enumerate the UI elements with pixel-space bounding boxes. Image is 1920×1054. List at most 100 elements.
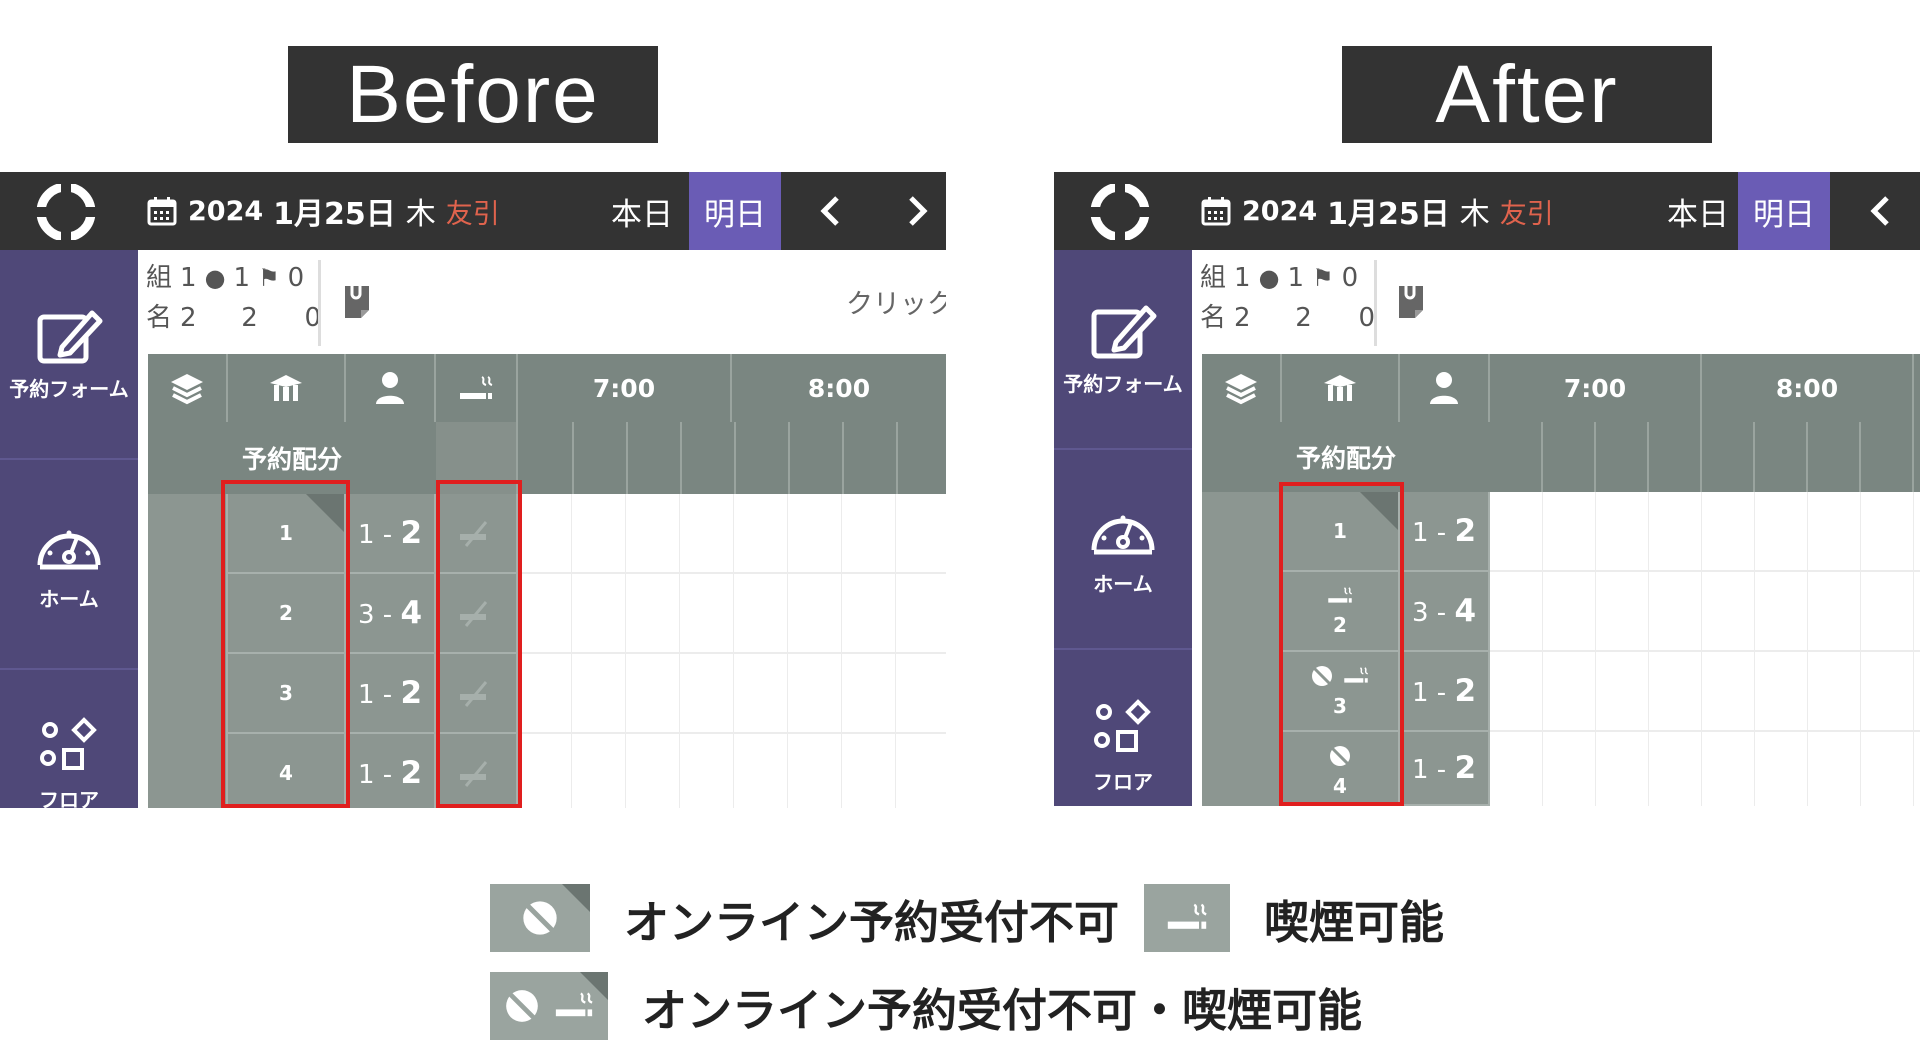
sidebar-label: 予約フォーム — [9, 376, 129, 401]
person-column[interactable] — [346, 354, 436, 422]
app-logo-icon — [1090, 184, 1150, 240]
sidebar-item-floor[interactable]: フロア — [0, 670, 138, 808]
weekday-text: 木 — [405, 197, 436, 232]
person-icon — [1430, 372, 1458, 404]
smoking-icon — [460, 376, 493, 399]
sidebar-item-floor[interactable]: フロア — [1054, 650, 1192, 806]
people-label: 名 — [146, 303, 173, 333]
legend-tile — [490, 884, 590, 952]
legend-tile — [490, 972, 608, 1040]
timeline-area[interactable] — [518, 494, 946, 808]
capacity-cell: 1 - 2 — [1400, 492, 1490, 572]
top-bar: 2024 1月25日 木 友引 本日 明日 — [1054, 172, 1920, 250]
sidebar-label: フロア — [39, 788, 99, 808]
date-display[interactable]: 2024 1月25日 木 友引 — [1200, 172, 1554, 250]
top-bar: 2024 1月25日 木 友引 本日 明日 — [0, 172, 946, 250]
click-hint: クリック — [846, 289, 946, 320]
capacity-max: 4 — [1454, 593, 1477, 629]
clipboard-icon[interactable] — [343, 280, 375, 320]
capacity-min: 1 — [357, 520, 375, 550]
table-column[interactable] — [1282, 354, 1400, 422]
today-button[interactable]: 本日 — [596, 172, 688, 250]
person-column[interactable] — [1400, 354, 1490, 422]
speedometer-icon — [37, 530, 101, 569]
capacity-min: 1 — [357, 760, 375, 790]
time-label: 8:00 — [1702, 354, 1914, 422]
capacity-max: 2 — [400, 515, 423, 551]
smoking-column[interactable] — [436, 354, 518, 422]
people-online: 2 — [1295, 303, 1312, 333]
people-total: 2 — [1234, 303, 1251, 333]
people-online: 2 — [241, 303, 258, 333]
corner-marker — [580, 972, 608, 1000]
rokuyo-text: 友引 — [1499, 198, 1554, 230]
sidebar-label: フロア — [1093, 770, 1153, 794]
online-disabled-icon — [506, 990, 538, 1022]
capacity-max: 2 — [400, 675, 423, 711]
tomorrow-button[interactable]: 明日 — [1738, 172, 1830, 250]
groups-online: 1 — [1287, 263, 1305, 293]
layers-column[interactable] — [1202, 354, 1282, 422]
capacity-min: 1 — [1411, 755, 1429, 785]
rokuyo-text: 友引 — [445, 198, 500, 230]
table-column[interactable] — [228, 354, 346, 422]
capacity-max: 2 — [400, 755, 423, 791]
tomorrow-button[interactable]: 明日 — [689, 172, 781, 250]
next-day-button[interactable] — [888, 172, 946, 250]
weekday-text: 木 — [1459, 197, 1490, 232]
capacity-min: 3 — [357, 600, 375, 630]
time-label: 8:00 — [807, 373, 871, 403]
summary-info: 組 1 ● 1 ⚑ 0 名220 — [146, 258, 321, 348]
people-label: 名 — [1200, 303, 1227, 333]
legend-tile — [1144, 884, 1230, 952]
app-logo-icon — [36, 184, 96, 240]
sidebar-item-home[interactable]: ホーム — [0, 460, 138, 670]
date-display[interactable]: 2024 1月25日 木 友引 — [146, 172, 500, 250]
corner-marker — [562, 884, 590, 912]
capacity-cell: 3 - 4 — [1400, 572, 1490, 652]
sidebar-item-home[interactable]: ホーム — [1054, 450, 1192, 650]
before-screenshot: 2024 1月25日 木 友引 本日 明日 予約フォーム ホーム フロア 組 1 ●… — [0, 172, 946, 808]
divider — [318, 260, 321, 346]
sidebar-item-reservation-form[interactable]: 予約フォーム — [1054, 250, 1192, 450]
highlight-box — [221, 480, 350, 808]
layers-icon — [1225, 374, 1257, 405]
prev-day-button[interactable] — [1850, 172, 1910, 250]
after-label: After — [1342, 46, 1712, 143]
globe-icon: ● — [1258, 264, 1280, 292]
sidebar-label: ホーム — [1093, 571, 1153, 596]
table-icon — [270, 375, 302, 401]
sidebar: 予約フォーム ホーム フロア — [1054, 250, 1192, 806]
today-button[interactable]: 本日 — [1652, 172, 1744, 250]
capacity-cell: 1 - 2 — [346, 654, 436, 734]
capacity-cell: 1 - 2 — [346, 734, 436, 808]
prev-day-button[interactable] — [800, 172, 860, 250]
grid-header: 7:00 8:00 — [1202, 354, 1920, 422]
date-text: 1月25日 — [273, 197, 396, 232]
groups-total: 1 — [180, 263, 197, 293]
year-text: 2024 — [188, 195, 264, 227]
calendar-icon — [147, 197, 177, 226]
legend-label: オンライン予約受付不可 — [624, 895, 1120, 949]
groups-walkin: 0 — [287, 263, 305, 293]
clipboard-icon[interactable] — [1397, 280, 1429, 320]
chevron-right-icon — [909, 196, 928, 226]
table-icon — [1324, 375, 1356, 401]
people-total: 2 — [180, 303, 197, 333]
sidebar-item-reservation-form[interactable]: 予約フォーム — [0, 250, 138, 460]
capacity-cell: 1 - 2 — [1400, 732, 1490, 806]
people-walkin: 0 — [1358, 303, 1375, 333]
capacity-cell: 1 - 2 — [1400, 652, 1490, 732]
sidebar: 予約フォーム ホーム フロア — [0, 250, 138, 808]
globe-icon: ● — [204, 264, 226, 292]
layers-column[interactable] — [148, 354, 228, 422]
before-label: Before — [288, 46, 658, 143]
legend-smoking: 喫煙可能 — [1144, 884, 1444, 952]
year-text: 2024 — [1242, 195, 1318, 227]
layer-cell — [1202, 492, 1282, 806]
capacity-min: 3 — [1411, 598, 1429, 628]
capacity-cell: 1 - 2 — [346, 494, 436, 574]
capacity-max: 2 — [1454, 750, 1477, 786]
floor-shapes-icon — [1094, 699, 1151, 752]
timeline-area[interactable] — [1490, 492, 1920, 806]
